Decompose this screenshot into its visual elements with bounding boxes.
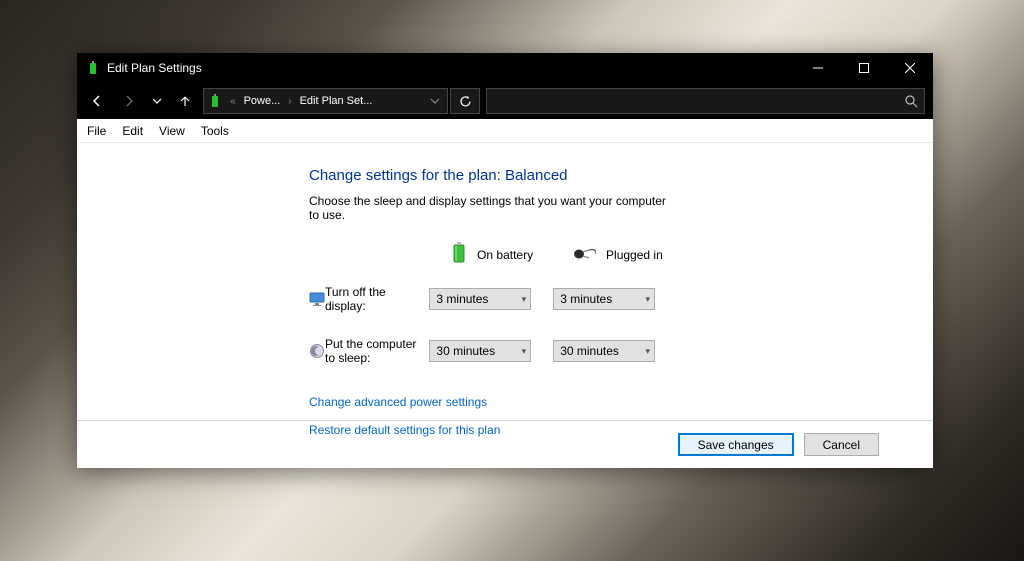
refresh-button[interactable] [450, 88, 480, 114]
menu-bar: File Edit View Tools [77, 119, 933, 143]
minimize-button[interactable] [795, 53, 841, 83]
address-bar[interactable]: « Powe... › Edit Plan Set... [203, 88, 448, 114]
battery-icon [451, 242, 467, 267]
address-dropdown-button[interactable] [423, 96, 447, 106]
button-footer: Save changes Cancel [77, 420, 933, 468]
column-headers: On battery Plugged in [309, 242, 677, 267]
cancel-button[interactable]: Cancel [804, 433, 879, 456]
display-label: Turn off the display: [325, 285, 429, 313]
breadcrumb-root-chevron[interactable]: « [226, 89, 240, 113]
menu-edit[interactable]: Edit [114, 122, 151, 140]
maximize-button[interactable] [841, 53, 887, 83]
column-plugged-label: Plugged in [606, 248, 663, 262]
breadcrumb-chevron-icon: › [284, 89, 295, 113]
chevron-down-icon: ▾ [522, 294, 527, 305]
edit-plan-settings-window: Edit Plan Settings « Powe... › Edit Plan… [77, 53, 933, 468]
display-battery-dropdown[interactable]: 3 minutes▾ [429, 288, 531, 310]
sleep-battery-dropdown[interactable]: 30 minutes▾ [429, 340, 531, 362]
window-title: Edit Plan Settings [107, 61, 202, 75]
sleep-plugged-dropdown[interactable]: 30 minutes▾ [553, 340, 655, 362]
breadcrumb-power[interactable]: Powe... [240, 89, 285, 113]
search-input[interactable] [487, 95, 898, 107]
menu-file[interactable]: File [79, 122, 114, 140]
search-box[interactable] [486, 88, 925, 114]
navigation-bar: « Powe... › Edit Plan Set... [77, 83, 933, 119]
breadcrumb-edit-plan[interactable]: Edit Plan Set... [296, 89, 377, 113]
page-heading: Change settings for the plan: Balanced [309, 167, 677, 184]
recent-locations-button[interactable] [145, 85, 169, 117]
chevron-down-icon: ▾ [645, 294, 650, 305]
advanced-settings-link[interactable]: Change advanced power settings [309, 395, 677, 409]
search-icon[interactable] [898, 89, 924, 113]
sleep-icon [309, 343, 325, 359]
content-pane: Change settings for the plan: Balanced C… [77, 143, 933, 468]
column-battery-label: On battery [477, 248, 533, 262]
app-icon [85, 60, 101, 76]
menu-view[interactable]: View [151, 122, 193, 140]
row-turn-off-display: Turn off the display: 3 minutes▾ 3 minut… [309, 285, 677, 313]
back-button[interactable] [81, 85, 113, 117]
sleep-label: Put the computer to sleep: [325, 337, 429, 365]
display-icon [309, 291, 325, 307]
column-on-battery: On battery [451, 242, 554, 267]
save-changes-button[interactable]: Save changes [678, 433, 794, 456]
forward-button[interactable] [113, 85, 145, 117]
address-icon [204, 89, 226, 113]
display-plugged-dropdown[interactable]: 3 minutes▾ [553, 288, 655, 310]
up-button[interactable] [169, 85, 201, 117]
chevron-down-icon: ▾ [645, 346, 650, 357]
row-put-computer-sleep: Put the computer to sleep: 30 minutes▾ 3… [309, 337, 677, 365]
close-button[interactable] [887, 53, 933, 83]
menu-tools[interactable]: Tools [193, 122, 237, 140]
title-bar[interactable]: Edit Plan Settings [77, 53, 933, 83]
page-description: Choose the sleep and display settings th… [309, 194, 677, 222]
chevron-down-icon: ▾ [522, 346, 527, 357]
plug-icon [574, 246, 596, 263]
column-plugged-in: Plugged in [574, 242, 677, 267]
